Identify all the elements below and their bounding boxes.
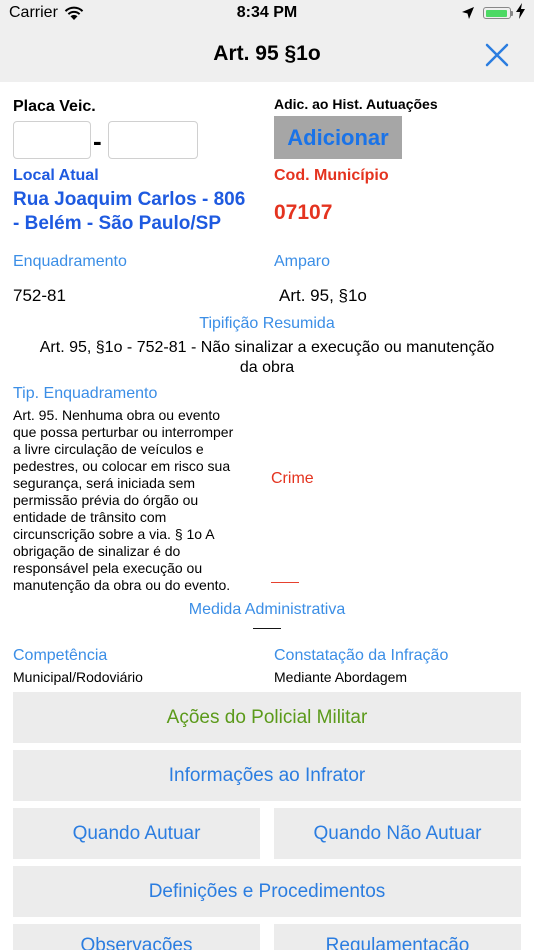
tip-line: obrigação de sinalizar é do [13, 543, 181, 559]
tip-line: segurança, será iniciada sem [13, 475, 196, 491]
battery-icon [483, 7, 511, 19]
location-line1: Rua Joaquim Carlos - 806 [13, 189, 246, 210]
battery-tip [511, 11, 513, 16]
amparo-value: Art. 95, §1o [279, 286, 367, 305]
tip-line: que possa perturbar ou interromper [13, 424, 234, 440]
acoes-policial-button[interactable]: Ações do Policial Militar [13, 692, 521, 743]
enquadramento-value: 752-81 [13, 286, 66, 305]
tip-line: responsável pela execução ou [13, 560, 203, 576]
plate-numbers-input[interactable] [108, 121, 198, 159]
add-history-button[interactable]: Adicionar [274, 116, 402, 159]
battery-level [486, 10, 507, 17]
plate-separator: - [93, 126, 102, 156]
location-line2: - Belém - São Paulo/SP [13, 213, 221, 234]
constatacao-label: Constatação da Infração [274, 647, 449, 664]
history-label: Adic. ao Hist. Autuações [274, 96, 438, 112]
observacoes-button[interactable]: Observações [13, 924, 260, 950]
page-title: Art. 95 §1o [213, 42, 321, 65]
enquadramento-label: Enquadramento [13, 253, 127, 270]
quando-nao-autuar-button[interactable]: Quando Não Autuar [274, 808, 521, 859]
tip-line: permissão prévia do órgão ou [13, 492, 199, 508]
informacoes-infrator-button[interactable]: Informações ao Infrator [13, 750, 521, 801]
status-bar: 8:34 PM Carrier [0, 0, 534, 28]
wifi-icon [64, 6, 84, 20]
definicoes-procedimentos-button[interactable]: Definições e Procedimentos [13, 866, 521, 917]
tip-line: entidade de trânsito com [13, 509, 167, 525]
competencia-label: Competência [13, 647, 108, 664]
competencia-value: Municipal/Rodoviário [13, 669, 143, 685]
municipality-code: 07107 [274, 201, 333, 224]
tip-line: Art. 95. Nenhuma obra ou evento [13, 407, 221, 423]
plate-label: Placa Veic. [13, 98, 96, 115]
constatacao-value: Mediante Abordagem [274, 669, 408, 685]
charging-bolt-icon [516, 3, 525, 19]
tipificacao-label: Tipifição Resumida [199, 315, 335, 332]
medida-value: —— [253, 619, 281, 635]
location-label: Local Atual [13, 167, 99, 184]
tip-line: a livre circulação de veículos e [13, 441, 204, 457]
regulamentacao-button[interactable]: Regulamentação [274, 924, 521, 950]
medida-label: Medida Administrativa [188, 601, 346, 618]
municipality-label: Cod. Município [274, 167, 389, 184]
location-arrow-icon [462, 7, 474, 19]
quando-autuar-button[interactable]: Quando Autuar [13, 808, 260, 859]
tip-line: circunscrição sobre a via. § 1o A [13, 526, 215, 542]
amparo-label: Amparo [274, 253, 331, 270]
tipificacao-line1: Art. 95, §1o - 752-81 - Não sinalizar a … [39, 339, 495, 356]
tip-line: pedestres, ou colocar em risco sua [13, 458, 231, 474]
crime-label: Crime [271, 470, 314, 487]
tip-enquadramento-text: Art. 95. Nenhuma obra ou evento que poss… [13, 407, 268, 594]
plate-letters-input[interactable] [13, 121, 91, 159]
close-icon[interactable] [482, 40, 512, 70]
tip-line: manutenção da obra ou do evento. [13, 577, 231, 593]
tipificacao-line2: da obra [239, 359, 295, 376]
navigation-bar: Art. 95 §1o [0, 28, 534, 82]
tip-enquadramento-label: Tip. Enquadramento [13, 385, 158, 402]
crime-value: —— [271, 573, 299, 589]
carrier-label: Carrier [9, 4, 58, 21]
